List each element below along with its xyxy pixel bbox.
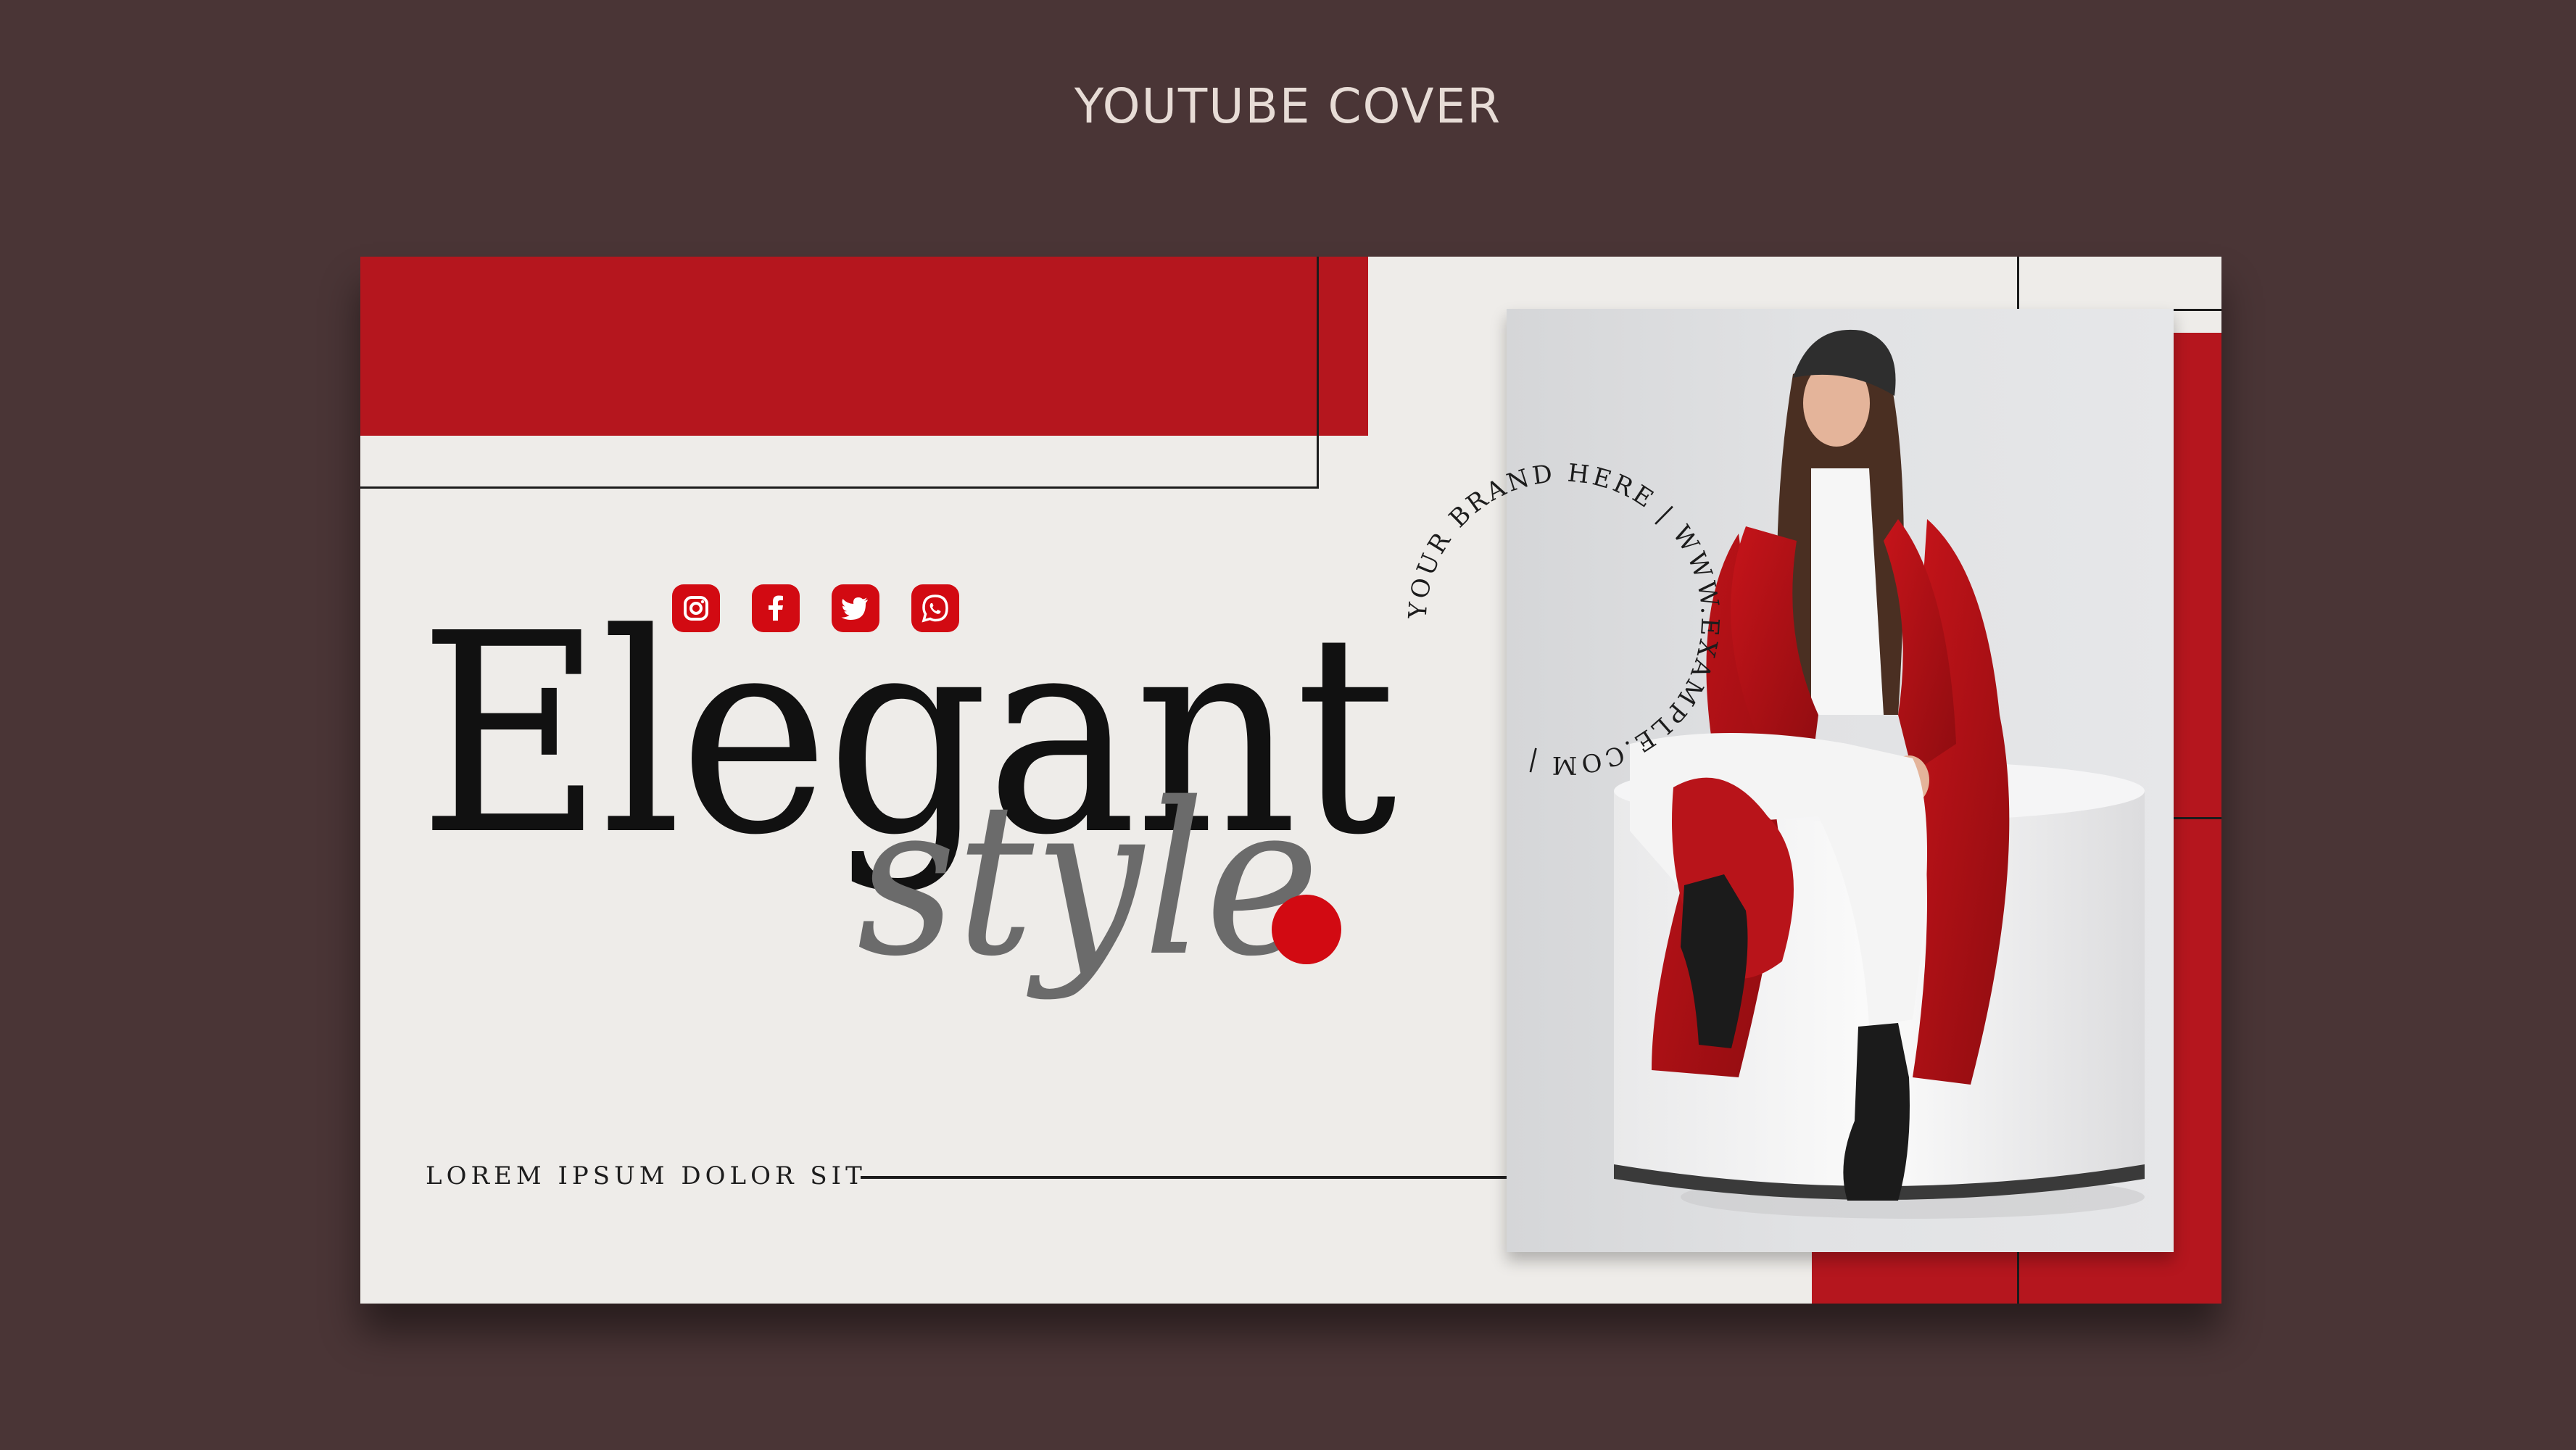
badge-text: YOUR BRAND HERE | WWW.EXAMPLE.COM | (1404, 458, 1722, 779)
frame-corner-patch (2020, 257, 2221, 309)
youtube-cover: YOUR BRAND HERE | WWW.EXAMPLE.COM | Eleg… (360, 257, 2221, 1304)
brand-badge: YOUR BRAND HERE | WWW.EXAMPLE.COM | (1404, 458, 1725, 779)
page-heading: YOUTUBE COVER (1074, 78, 1502, 134)
tagline-rule (861, 1176, 1507, 1179)
tagline: LOREM IPSUM DOLOR SIT (426, 1161, 866, 1190)
frame-line-top (360, 257, 1319, 489)
red-dot (1272, 895, 1341, 964)
subhead: style (857, 758, 1320, 1003)
svg-text:YOUR BRAND HERE | WWW.EXAMPLE.: YOUR BRAND HERE | WWW.EXAMPLE.COM | (1404, 458, 1725, 779)
